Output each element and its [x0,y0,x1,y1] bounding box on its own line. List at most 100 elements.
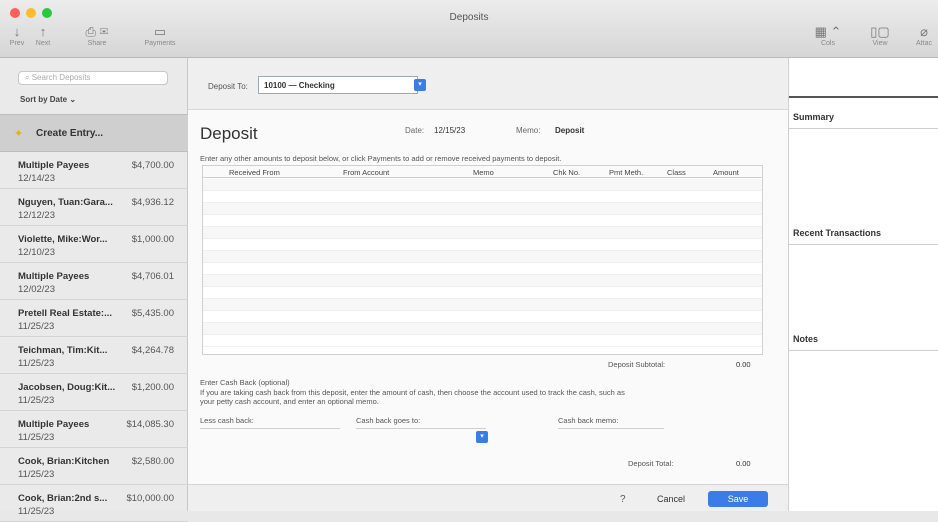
view-label: View [872,40,888,47]
divider [789,128,938,129]
list-item[interactable]: Multiple Payees $4,706.01 12/02/23 [0,263,188,300]
cancel-button[interactable]: Cancel [641,491,701,507]
summary-heading: Summary [793,112,835,122]
list-item[interactable]: Multiple Payees $4,700.00 12/14/23 [0,152,188,189]
less-cash-back-field[interactable] [200,428,340,429]
prev-label: Prev [9,40,25,47]
date: 12/02/23 [18,284,55,295]
col-pmt-meth: Pmt Meth. [609,168,644,177]
amount: $10,000.00 [126,493,174,504]
payments-button[interactable]: ▭ Payments [132,24,188,47]
table-row[interactable] [203,227,762,239]
date: 12/14/23 [18,173,55,184]
next-label: Next [35,40,51,47]
amount: $2,580.00 [131,456,174,467]
save-button[interactable]: Save [708,491,768,507]
deposit-list: Multiple Payees $4,700.00 12/14/23 Nguyen,… [0,152,188,522]
search-icon: ⌕ [25,73,30,82]
table-row[interactable] [203,335,762,347]
table-header: Received From From Account Memo Chk No. … [203,166,762,178]
create-entry-button[interactable]: ✦ Create Entry... [0,114,188,152]
search-input[interactable]: ⌕ Search Deposits [18,71,168,85]
cash-back-goes-to-label: Cash back goes to: [356,416,421,425]
list-item[interactable]: Violette, Mike:Wor... $1,000.00 12/10/23 [0,226,188,263]
divider [789,96,938,98]
create-entry-label: Create Entry... [36,128,104,139]
list-item[interactable]: Cook, Brian:Kitchen $2,580.00 11/25/23 [0,448,188,485]
amount: $14,085.30 [126,419,174,430]
share-button[interactable]: ⎙ ✉ Share [72,24,122,47]
sort-dropdown[interactable]: Sort by Date ⌄ [20,95,76,104]
table-row[interactable] [203,215,762,227]
cols-button[interactable]: ▦ ⌃ Cols [808,24,848,47]
amount: $1,200.00 [131,382,174,393]
arrow-down-icon: ↓ [13,24,21,39]
table-row[interactable] [203,287,762,299]
instructions-text: Enter any other amounts to deposit below… [200,154,562,163]
col-received-from: Received From [229,168,280,177]
date: 12/12/23 [18,210,55,221]
list-item[interactable]: Jacobsen, Doug:Kit... $1,200.00 11/25/23 [0,374,188,411]
amount: $4,936.12 [131,197,174,208]
cols-label: Cols [820,40,835,47]
table-row[interactable] [203,263,762,275]
next-button[interactable]: ↑ Next [30,24,56,47]
table-row[interactable] [203,299,762,311]
list-item[interactable]: Multiple Payees $14,085.30 11/25/23 [0,411,188,448]
table-row[interactable] [203,239,762,251]
table-row[interactable] [203,191,762,203]
cashback-description: If you are taking cash back from this de… [200,388,625,406]
list-item[interactable]: Nguyen, Tuan:Gara... $4,936.12 12/12/23 [0,189,188,226]
memo-label: Memo: [516,126,541,135]
deposit-to-value: 10100 — Checking [264,81,335,90]
subtotal-label: Deposit Subtotal: [608,360,666,369]
title-bar: Deposits ↓ Prev ↑ Next ⎙ ✉ Share ▭ Payme… [0,0,938,58]
table-row[interactable] [203,179,762,191]
table-row[interactable] [203,323,762,335]
star-icon: ✦ [14,128,24,140]
cashback-title: Enter Cash Back (optional) [200,378,290,387]
memo-field[interactable]: Deposit [555,126,584,135]
page-title: Deposit [200,124,258,143]
window-title: Deposits [449,12,489,23]
list-item[interactable]: Cook, Brian:2nd s... $10,000.00 11/25/23 [0,485,188,522]
cash-back-memo-field[interactable] [558,428,664,429]
payments-icon: ▭ [153,24,167,39]
amount: $1,000.00 [131,234,174,245]
deposit-table[interactable]: Received From From Account Memo Chk No. … [202,165,763,355]
sort-label: Sort by Date [20,95,68,104]
view-button[interactable]: ▯▢ View [858,24,902,47]
attach-button[interactable]: ⌀ Attac [910,24,938,47]
deposits-sidebar: ⌕ Search Deposits Sort by Date ⌄ ✦ Creat… [0,58,188,522]
list-item[interactable]: Teichman, Tim:Kit... $4,264.78 11/25/23 [0,337,188,374]
payments-label: Payments [144,40,176,47]
list-item[interactable]: Pretell Real Estate:... $5,435.00 11/25/23 [0,300,188,337]
columns-icon: ▦ ⌃ [814,24,842,39]
amount: $4,700.00 [131,160,174,171]
table-row[interactable] [203,203,762,215]
date-field[interactable]: 12/15/23 [434,126,465,135]
table-row[interactable] [203,275,762,287]
date: 11/25/23 [18,321,55,332]
date: 11/25/23 [18,469,55,480]
date: 11/25/23 [18,432,55,443]
cash-back-goes-to-field[interactable] [356,428,486,429]
cash-back-dropdown-icon[interactable]: ▾ [476,431,488,443]
arrow-up-icon: ↑ [39,24,47,39]
deposit-to-select[interactable]: 10100 — Checking [258,76,418,94]
help-button[interactable]: ? [620,494,626,505]
col-amount: Amount [713,168,739,177]
date-label: Date: [405,126,425,135]
table-row[interactable] [203,251,762,263]
deposit-to-label: Deposit To: [208,82,248,91]
table-row[interactable] [203,311,762,323]
deposit-to-dropdown-icon[interactable]: ▾ [414,79,426,91]
deposits-window: Deposits ↓ Prev ↑ Next ⎙ ✉ Share ▭ Payme… [0,0,938,522]
notes-heading: Notes [793,334,819,344]
date: 11/25/23 [18,358,55,369]
subtotal-value: 0.00 [736,360,751,369]
date: 11/25/23 [18,395,55,406]
divider [789,350,938,351]
print-mail-icon: ⎙ ✉ [85,24,109,39]
prev-button[interactable]: ↓ Prev [4,24,30,47]
